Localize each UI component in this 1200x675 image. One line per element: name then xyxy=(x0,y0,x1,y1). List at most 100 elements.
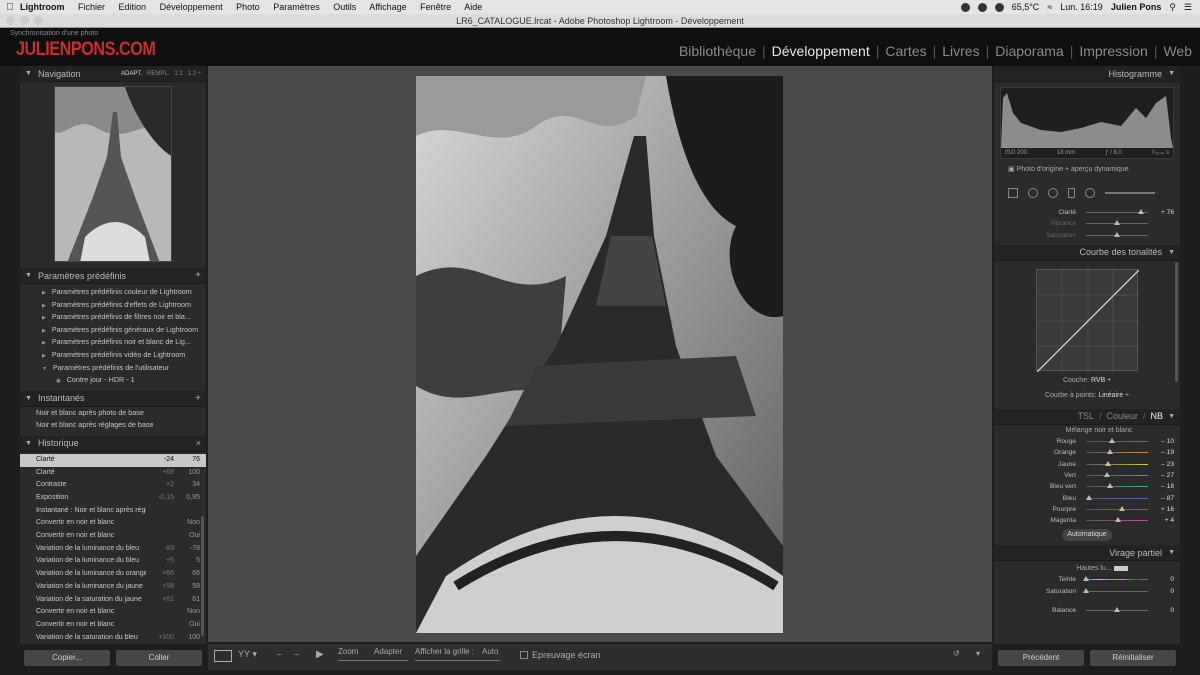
module-bibliotheque[interactable]: Bibliothèque xyxy=(679,43,756,59)
history-row[interactable]: Variation de la luminance du orange +66 66 xyxy=(20,568,206,581)
slider-knob[interactable] xyxy=(1118,505,1125,511)
module-cartes[interactable]: Cartes xyxy=(885,43,926,59)
grid-slider[interactable] xyxy=(415,660,500,661)
slider-value[interactable]: – 87 xyxy=(1152,495,1174,502)
slider-track[interactable] xyxy=(1086,505,1148,511)
history-row[interactable]: Variation de la saturation du jaune +61 61 xyxy=(20,594,206,607)
collapse-triangle-icon[interactable]: ▼ xyxy=(25,272,32,279)
original-preview-toggle[interactable]: ▣ Photo d'origine + aperçu dynamique xyxy=(994,159,1180,179)
slider-value[interactable]: – 23 xyxy=(1152,461,1174,468)
curve-points-select[interactable]: Courbe à points: Linéaire ÷ xyxy=(994,384,1180,399)
cloud-icon[interactable] xyxy=(994,2,1004,12)
slider-track[interactable] xyxy=(1086,220,1148,226)
history-row[interactable]: Convertir en noir et blanc Non xyxy=(20,606,206,619)
slider-track[interactable] xyxy=(1086,460,1148,466)
slider-value[interactable]: – 27 xyxy=(1152,472,1174,479)
history-scrollbar[interactable] xyxy=(201,516,204,636)
close-icon[interactable] xyxy=(6,16,15,25)
toolbar-menu-icon[interactable]: ▾ xyxy=(976,649,980,658)
history-header[interactable]: ▼ Historique × xyxy=(20,435,206,452)
zoom-icon[interactable] xyxy=(34,16,43,25)
right-scrollbar[interactable] xyxy=(1175,262,1178,382)
image-canvas[interactable] xyxy=(208,66,992,642)
preset-folder[interactable]: ▶ Paramètres prédéfinis couleur de Lightr… xyxy=(20,286,206,299)
slider-knob[interactable] xyxy=(1114,231,1120,237)
list-icon[interactable]: ☰ xyxy=(1184,2,1192,13)
next-arrow-icon[interactable]: → xyxy=(292,649,300,658)
slider-track[interactable] xyxy=(1086,494,1148,500)
prev-arrow-icon[interactable]: ← xyxy=(276,649,284,658)
slider-knob[interactable] xyxy=(1086,494,1093,500)
minimize-icon[interactable] xyxy=(20,16,29,25)
slider-knob[interactable] xyxy=(1083,576,1089,582)
menu-item-fichier[interactable]: Fichier xyxy=(78,2,105,12)
menu-item-edition[interactable]: Edition xyxy=(119,2,147,12)
slider-knob[interactable] xyxy=(1114,220,1120,226)
slider-track[interactable] xyxy=(1086,231,1148,237)
softproof-checkbox[interactable] xyxy=(520,651,528,659)
menu-app-name[interactable]: Lightroom xyxy=(20,2,65,12)
right-panel-toggle[interactable] xyxy=(1182,66,1194,644)
clear-history-icon[interactable]: × xyxy=(196,438,201,448)
module-impression[interactable]: Impression xyxy=(1079,43,1147,59)
history-row[interactable]: Contraste +2 34 xyxy=(20,479,206,492)
history-row[interactable]: Exposition -0,15 0,95 xyxy=(20,492,206,505)
previous-button[interactable]: Précédent xyxy=(998,650,1084,666)
menu-item-fenetre[interactable]: Fenêtre xyxy=(420,2,451,12)
module-web[interactable]: Web xyxy=(1163,43,1192,59)
slider-knob[interactable] xyxy=(1083,587,1089,593)
slider-track[interactable] xyxy=(1086,517,1148,523)
module-developpement[interactable]: Développement xyxy=(772,43,870,59)
slider-value[interactable]: – 10 xyxy=(1152,438,1174,445)
history-row[interactable]: Convertir en noir et blanc Oui xyxy=(20,530,206,543)
histogram-header[interactable]: Histogramme ▼ xyxy=(994,66,1180,82)
eye-icon[interactable] xyxy=(977,2,987,12)
slider-knob[interactable] xyxy=(1106,449,1113,455)
slider-value[interactable]: + 76 xyxy=(1152,209,1174,216)
collapse-triangle-icon[interactable]: ▼ xyxy=(25,70,32,77)
menu-item-outils[interactable]: Outils xyxy=(333,2,356,12)
slider-knob[interactable] xyxy=(1109,438,1116,444)
slider-value[interactable]: 0 xyxy=(1152,607,1174,614)
nav-zoom-1-2[interactable]: 1:2 ÷ xyxy=(188,71,201,77)
reset-button[interactable]: Réinitialiser xyxy=(1090,650,1176,666)
history-row[interactable]: Variation de la luminance du jaune +58 58 xyxy=(20,581,206,594)
temperature-readout[interactable]: 65,5°C xyxy=(1012,2,1040,12)
slider-value[interactable]: – 18 xyxy=(1152,483,1174,490)
module-livres[interactable]: Livres xyxy=(942,43,979,59)
history-row[interactable]: Instantané : Noir et blanc après réglage… xyxy=(20,505,206,518)
history-row[interactable]: Clarté +68 100 xyxy=(20,467,206,480)
nav-zoom-fit[interactable]: ADAPT. xyxy=(121,71,142,77)
collapse-triangle-icon[interactable]: ▼ xyxy=(1168,413,1175,420)
wifi-icon[interactable]: ≈ xyxy=(1047,2,1052,12)
tab-nb[interactable]: NB xyxy=(1151,411,1164,421)
tab-couleur[interactable]: Couleur xyxy=(1107,411,1139,421)
main-photo[interactable] xyxy=(416,76,783,633)
collapse-triangle-icon[interactable]: ▼ xyxy=(1168,70,1175,77)
collapse-triangle-icon[interactable]: ▼ xyxy=(25,440,32,447)
left-panel-toggle[interactable] xyxy=(8,66,20,644)
snapshot-item[interactable]: Noir et blanc après photo de base xyxy=(20,407,206,420)
loupe-view-icon[interactable] xyxy=(214,650,232,662)
histogram[interactable]: ISO 200 18 mm ƒ / 8,0 ¹⁄₁₀₀₀ s xyxy=(1000,87,1174,159)
slider-value[interactable]: + 16 xyxy=(1152,506,1174,513)
split-toning-header[interactable]: Virage partiel ▼ xyxy=(994,545,1180,562)
slider-knob[interactable] xyxy=(1137,209,1144,215)
slider-value[interactable]: + 4 xyxy=(1152,517,1174,524)
history-row[interactable]: Variation de la saturation du bleu +100 10… xyxy=(20,632,206,645)
menu-item-aide[interactable]: Aide xyxy=(464,2,482,12)
slider-knob[interactable] xyxy=(1104,471,1111,477)
spot-removal-icon[interactable] xyxy=(1028,188,1038,198)
nav-zoom-fill[interactable]: REMPL. xyxy=(147,71,169,77)
play-icon[interactable]: ▶ xyxy=(316,649,324,660)
snapshot-item[interactable]: Noir et blanc après réglages de base xyxy=(20,419,206,432)
slider-track[interactable] xyxy=(1086,209,1148,215)
preset-folder[interactable]: ▶ Paramètres prédéfinis généraux de Light… xyxy=(20,324,206,337)
slider-track[interactable] xyxy=(1086,449,1148,455)
graduated-filter-icon[interactable] xyxy=(1068,188,1075,198)
menu-item-parametres[interactable]: Paramètres xyxy=(273,2,320,12)
module-diaporama[interactable]: Diaporama xyxy=(995,43,1063,59)
presets-header[interactable]: ▼ Paramètres prédéfinis + xyxy=(20,268,206,284)
zoom-slider[interactable] xyxy=(338,660,408,661)
preset-folder[interactable]: ▶ Paramètres prédéfinis vidéo de Lightroo… xyxy=(20,349,206,362)
